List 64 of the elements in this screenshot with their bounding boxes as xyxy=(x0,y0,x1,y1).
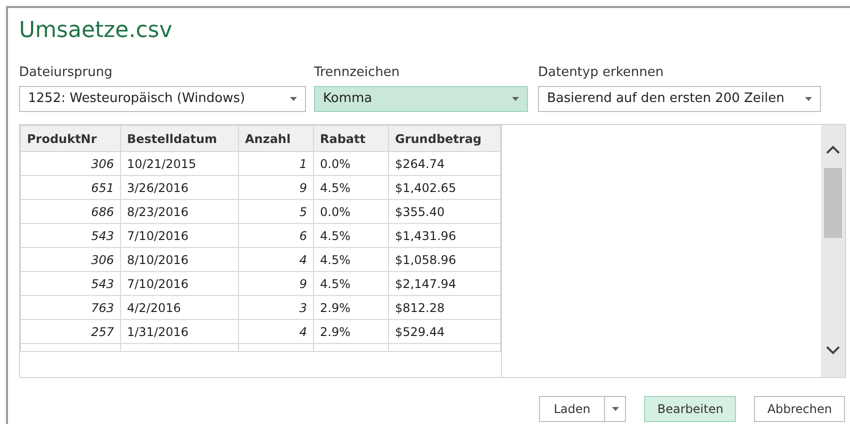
column-header[interactable]: Rabatt xyxy=(314,126,388,152)
table-cell: 763 xyxy=(20,296,120,320)
table-cell: 8/23/2016 xyxy=(120,200,238,224)
table-cell: $264.74 xyxy=(388,152,500,176)
caret-icon xyxy=(612,407,619,411)
dropdown-button[interactable] xyxy=(605,396,626,422)
table-cell: $812.28 xyxy=(388,296,500,320)
table-cell: 3 xyxy=(238,296,314,320)
table-cell: 7/10/2016 xyxy=(120,224,238,248)
dropdown[interactable]: Komma xyxy=(314,86,528,112)
table-cell: 4.5% xyxy=(314,176,388,200)
caret-icon xyxy=(290,97,297,101)
table-cell: $2,147.94 xyxy=(388,272,500,296)
table-cell: 543 xyxy=(20,224,120,248)
table-cell: 9 xyxy=(238,272,314,296)
table-cell: 306 xyxy=(20,152,120,176)
scrollbar[interactable] xyxy=(821,125,845,377)
field-label: Datentyp erkennen xyxy=(538,64,664,82)
caret-icon xyxy=(805,97,812,101)
table-cell: 8/10/2016 xyxy=(120,248,238,272)
table-cell: 4 xyxy=(238,248,314,272)
table-cell: 4.5% xyxy=(314,272,388,296)
table-cell: 7/10/2016 xyxy=(120,272,238,296)
table-cell: 5 xyxy=(238,200,314,224)
table-cell: 0.0% xyxy=(314,152,388,176)
table-cell: 686 xyxy=(20,200,120,224)
scroll-down-icon[interactable] xyxy=(826,346,840,355)
table-cell: 543 xyxy=(20,272,120,296)
table-cell: 651 xyxy=(20,176,120,200)
cancel-button[interactable]: Abbrechen xyxy=(754,396,845,422)
table-cell: 2.9% xyxy=(314,320,388,344)
window-title: Umsaetze.csv xyxy=(19,17,174,45)
scroll-thumb[interactable] xyxy=(824,168,842,238)
table-cell: $1,431.96 xyxy=(388,224,500,248)
table-cell: 10/21/2015 xyxy=(120,152,238,176)
table-cell: 3/26/2016 xyxy=(120,176,238,200)
edit-button[interactable]: Bearbeiten xyxy=(644,396,736,422)
table-cell: $1,402.65 xyxy=(388,176,500,200)
dropdown[interactable]: Basierend auf den ersten 200 Zeilen xyxy=(538,86,821,112)
table-cell: 4.5% xyxy=(314,224,388,248)
scroll-up-icon[interactable] xyxy=(826,145,840,154)
table-cell: 0.0% xyxy=(314,200,388,224)
table-cell: 4 xyxy=(238,320,314,344)
table-cell: $529.44 xyxy=(388,320,500,344)
table-cell: 2.9% xyxy=(314,296,388,320)
field-label: Dateiursprung xyxy=(19,64,112,82)
load-button[interactable]: Laden xyxy=(538,396,606,422)
table-cell: 257 xyxy=(20,320,120,344)
column-header[interactable]: Bestelldatum xyxy=(120,126,238,152)
field-label: Trennzeichen xyxy=(314,64,400,82)
table-cell: $355.40 xyxy=(388,200,500,224)
table-cell: 6 xyxy=(238,224,314,248)
column-header[interactable]: ProduktNr xyxy=(20,126,120,152)
caret-icon xyxy=(512,97,519,101)
table-cell: 4/2/2016 xyxy=(120,296,238,320)
table-cell: 1/31/2016 xyxy=(120,320,238,344)
column-header[interactable]: Anzahl xyxy=(238,126,314,152)
table-cell: 9 xyxy=(238,176,314,200)
table-cell: 4.5% xyxy=(314,248,388,272)
table-cell: 306 xyxy=(20,248,120,272)
table-cell: 1 xyxy=(238,152,314,176)
column-header[interactable]: Grundbetrag xyxy=(388,126,500,152)
dropdown[interactable]: 1252: Westeuropäisch (Windows) xyxy=(19,86,306,112)
table-cell: $1,058.96 xyxy=(388,248,500,272)
